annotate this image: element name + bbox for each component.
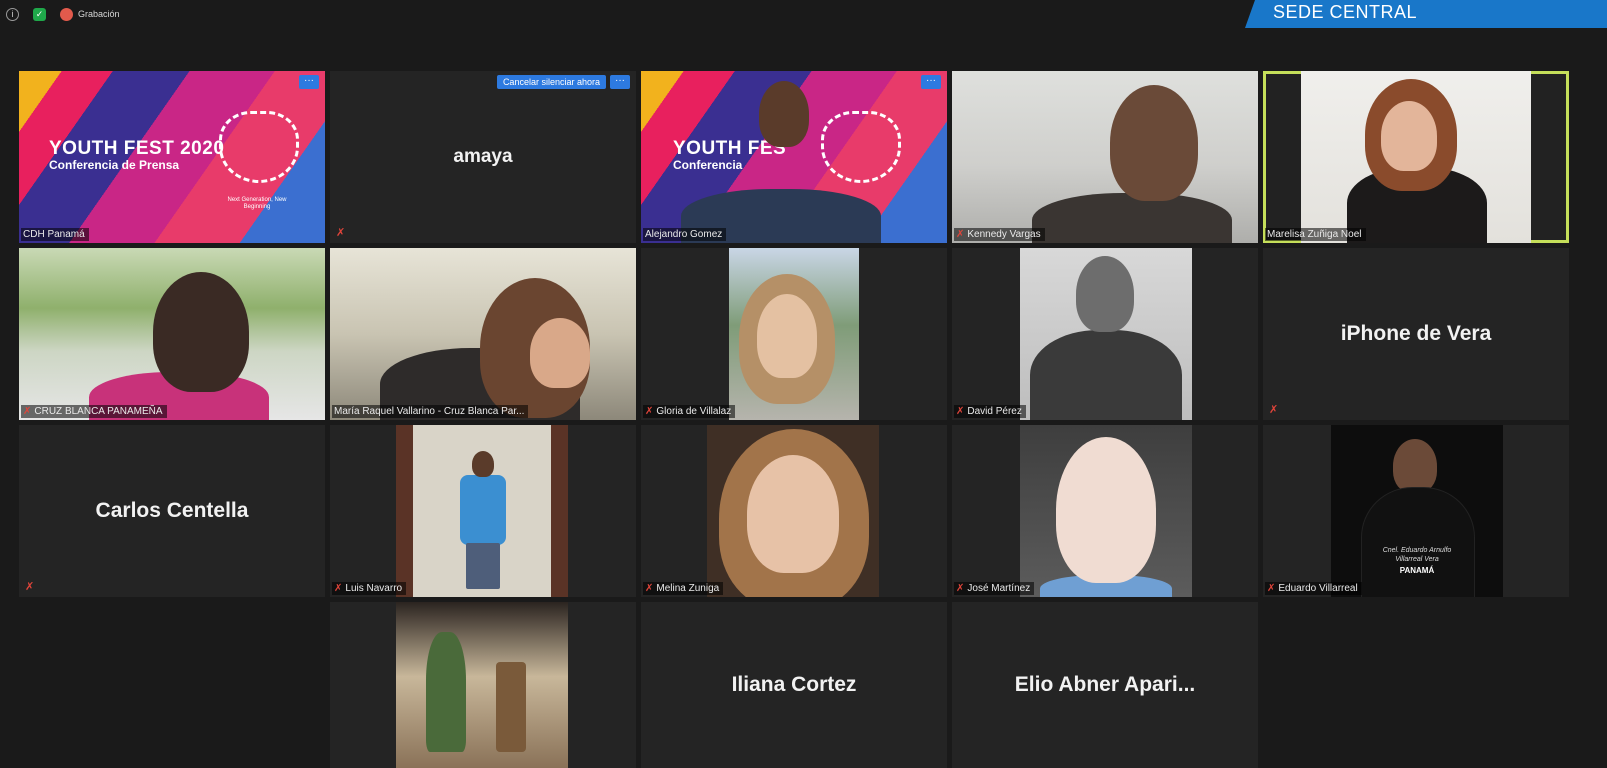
participant-name: Alejandro Gomez bbox=[643, 228, 727, 241]
participant-body bbox=[1032, 193, 1232, 243]
shirt-text-line-2: Villarreal Vera bbox=[1395, 556, 1439, 563]
participant-face bbox=[757, 294, 817, 378]
video-tile-eduardo-villarreal[interactable]: Cnel. Eduardo Arnulfo Villarreal Vera PA… bbox=[1263, 425, 1569, 597]
participant-name: ✗ Melina Zuniga bbox=[643, 582, 724, 595]
info-icon[interactable]: i bbox=[6, 8, 19, 21]
sede-central-banner: SEDE CENTRAL bbox=[1245, 0, 1607, 28]
mic-muted-icon: ✗ bbox=[645, 583, 654, 594]
mic-muted-icon: ✗ bbox=[956, 406, 965, 417]
participant-name: ✗ David Pérez bbox=[954, 405, 1026, 418]
video-feed bbox=[707, 425, 879, 597]
participant-face bbox=[747, 455, 839, 573]
heart-logo-icon bbox=[821, 111, 901, 183]
video-tile-iliana-cortez[interactable]: Iliana Cortez bbox=[641, 602, 947, 768]
video-feed bbox=[396, 425, 568, 597]
tagline: Next Generation, New Beginning bbox=[227, 197, 287, 211]
mic-muted-icon: ✗ bbox=[645, 406, 654, 417]
video-tile-luis-navarro[interactable]: ✗ Luis Navarro bbox=[330, 425, 636, 597]
mic-muted-icon: ✗ bbox=[334, 583, 343, 594]
video-tile-amaya[interactable]: Cancelar silenciar ahora ··· amaya ✗ bbox=[330, 71, 636, 243]
participant-name: María Raquel Vallarino - Cruz Blanca Par… bbox=[332, 405, 529, 418]
video-tile-cdh-panama[interactable]: YOUTH FEST 2020 Conferencia de Prensa Ne… bbox=[19, 71, 325, 243]
shirt-text-line-1: Cnel. Eduardo Arnulfo bbox=[1382, 547, 1452, 554]
participant-name: ✗ CRUZ BLANCA PANAMEÑA bbox=[21, 405, 167, 418]
unmute-request-button[interactable]: Cancelar silenciar ahora bbox=[496, 75, 606, 89]
video-feed bbox=[729, 248, 859, 420]
mic-muted-icon: ✗ bbox=[956, 583, 965, 594]
youth-fest-title: YOUTH FEST 2020 Conferencia de Prensa bbox=[49, 138, 225, 172]
video-feed: Cnel. Eduardo Arnulfo Villarreal Vera PA… bbox=[1331, 425, 1503, 597]
participant-face bbox=[759, 81, 809, 147]
participant-display-name: amaya bbox=[453, 146, 513, 167]
participant-display-name: Elio Abner Apari... bbox=[1014, 673, 1196, 696]
participant-face bbox=[530, 318, 590, 388]
participant-display-name: iPhone de Vera bbox=[1340, 322, 1492, 345]
video-feed bbox=[396, 602, 568, 768]
participant-face bbox=[1076, 256, 1134, 332]
participant-face bbox=[1393, 439, 1437, 493]
participant-shirt bbox=[460, 475, 506, 545]
shirt-text-line-3: PANAMÁ bbox=[1399, 566, 1435, 575]
cross bbox=[496, 662, 526, 752]
meeting-topbar: i ✓ Grabación SEDE CENTRAL bbox=[0, 0, 1607, 30]
shield-icon[interactable]: ✓ bbox=[33, 8, 46, 21]
statue bbox=[426, 632, 466, 752]
participant-name: ✗ José Martínez bbox=[954, 582, 1035, 595]
video-tile-marelisa-zuniga[interactable]: Marelisa Zuñiga Noel bbox=[1263, 71, 1569, 243]
video-tile-melina-zuniga[interactable]: ✗ Melina Zuniga bbox=[641, 425, 947, 597]
more-options-icon[interactable]: ··· bbox=[921, 75, 941, 89]
participant-name: ✗ Kennedy Vargas bbox=[954, 228, 1045, 241]
mic-muted-icon: ✗ bbox=[1269, 404, 1279, 416]
participant-body bbox=[1030, 330, 1182, 420]
video-feed bbox=[1020, 248, 1192, 420]
participant-name: ✗ Luis Navarro bbox=[332, 582, 407, 595]
more-options-icon[interactable]: ··· bbox=[299, 75, 319, 89]
video-tile-gloria-villalaz[interactable]: ✗ Gloria de Villalaz bbox=[641, 248, 947, 420]
heart-logo-icon bbox=[219, 111, 299, 183]
recording-label: Grabación bbox=[78, 9, 120, 19]
participant-pants bbox=[466, 543, 500, 589]
participant-name: ✗ Gloria de Villalaz bbox=[643, 405, 736, 418]
video-tile-maria-raquel[interactable]: María Raquel Vallarino - Cruz Blanca Par… bbox=[330, 248, 636, 420]
mic-muted-icon: ✗ bbox=[956, 229, 965, 240]
participant-face bbox=[1110, 85, 1198, 201]
mic-muted-icon: ✗ bbox=[1267, 583, 1276, 594]
recording-icon[interactable] bbox=[60, 8, 73, 21]
participant-display-name: Iliana Cortez bbox=[731, 673, 857, 696]
mic-muted-icon: ✗ bbox=[25, 581, 35, 593]
video-tile-kennedy-vargas[interactable]: ✗ Kennedy Vargas bbox=[952, 71, 1258, 243]
participant-name: Marelisa Zuñiga Noel bbox=[1265, 228, 1366, 241]
participant-name: CDH Panamá bbox=[21, 228, 89, 241]
video-tile-david-perez[interactable]: ✗ David Pérez bbox=[952, 248, 1258, 420]
video-tile-elio-abner[interactable]: Elio Abner Apari... bbox=[952, 602, 1258, 768]
participant-body bbox=[1361, 487, 1475, 597]
participant-display-name: Carlos Centella bbox=[95, 499, 249, 522]
participant-face bbox=[1056, 437, 1156, 583]
video-tile-cruz-blanca[interactable]: ✗ CRUZ BLANCA PANAMEÑA bbox=[19, 248, 325, 420]
more-options-icon[interactable]: ··· bbox=[610, 75, 630, 89]
video-tile-altar[interactable] bbox=[330, 602, 636, 768]
participant-name: ✗ Eduardo Villarreal bbox=[1265, 582, 1362, 595]
participant-face bbox=[472, 451, 494, 477]
video-tile-alejandro-gomez[interactable]: YOUTH FES Conferencia ··· Alejandro Gome… bbox=[641, 71, 947, 243]
video-tile-carlos-centella[interactable]: Carlos Centella ✗ bbox=[19, 425, 325, 597]
banner-text: SEDE CENTRAL bbox=[1273, 2, 1418, 22]
participant-face bbox=[1381, 101, 1437, 171]
participant-face bbox=[153, 272, 249, 392]
video-feed bbox=[1020, 425, 1192, 597]
mic-muted-icon: ✗ bbox=[336, 227, 346, 239]
mic-muted-icon: ✗ bbox=[23, 406, 32, 417]
video-feed bbox=[1301, 71, 1531, 243]
video-tile-iphone-vera[interactable]: iPhone de Vera ✗ bbox=[1263, 248, 1569, 420]
video-tile-jose-martinez[interactable]: ✗ José Martínez bbox=[952, 425, 1258, 597]
